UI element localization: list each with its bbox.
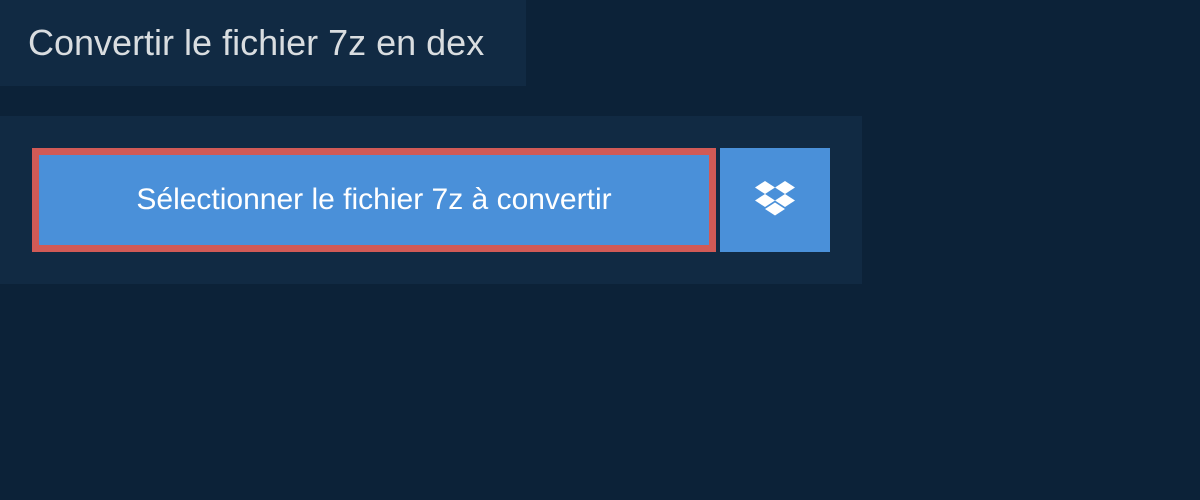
page-title: Convertir le fichier 7z en dex — [28, 22, 484, 64]
dropbox-button[interactable] — [720, 148, 830, 252]
select-file-label: Sélectionner le fichier 7z à convertir — [136, 183, 611, 217]
file-upload-panel: Sélectionner le fichier 7z à convertir — [0, 116, 862, 284]
tab-header: Convertir le fichier 7z en dex — [0, 0, 526, 86]
select-file-button[interactable]: Sélectionner le fichier 7z à convertir — [32, 148, 716, 252]
dropbox-icon — [755, 181, 795, 219]
